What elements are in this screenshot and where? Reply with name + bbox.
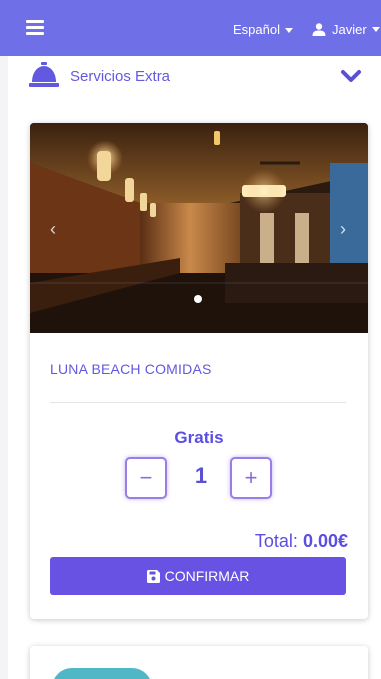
increment-button[interactable]: + <box>230 457 272 499</box>
confirm-label: CONFIRMAR <box>164 568 250 584</box>
quantity-value: 1 <box>194 463 208 488</box>
top-navbar: Español Javier <box>0 0 381 56</box>
save-icon <box>146 569 160 583</box>
carousel-prev-icon[interactable]: ‹ <box>50 219 56 240</box>
service-card: ‹ › LUNA BEACH COMIDAS Gratis − 1 + Tota… <box>30 123 368 619</box>
carousel-next-icon[interactable]: › <box>340 219 346 240</box>
user-name: Javier <box>332 22 367 37</box>
chevron-down-icon[interactable] <box>340 68 362 84</box>
decrement-button[interactable]: − <box>125 457 167 499</box>
product-name: LUNA BEACH COMIDAS <box>50 361 212 377</box>
user-icon <box>312 23 326 36</box>
hamburger-menu-icon[interactable] <box>26 20 44 36</box>
section-title: Servicios Extra <box>70 68 171 85</box>
user-dropdown[interactable]: Javier <box>312 22 380 37</box>
price-label: Gratis <box>174 428 224 447</box>
language-label: Español <box>233 22 280 37</box>
page-content: Servicios Extra ‹ › LUNA BEACH COMIDAS G… <box>8 56 381 679</box>
next-service-card <box>30 646 368 679</box>
total-price: Total: 0.00€ <box>255 531 348 552</box>
confirm-button[interactable]: CONFIRMAR <box>50 557 346 595</box>
total-label: Total: <box>254 531 298 551</box>
caret-down-icon <box>284 28 293 34</box>
image-carousel[interactable]: ‹ › <box>30 123 368 333</box>
language-dropdown[interactable]: Español <box>233 22 293 37</box>
caret-down-icon <box>371 27 380 32</box>
extra-services-header[interactable]: Servicios Extra <box>26 56 376 100</box>
next-service-image <box>52 668 152 679</box>
concierge-bell-icon <box>29 62 59 87</box>
carousel-indicator[interactable] <box>194 295 202 303</box>
total-value: 0.00€ <box>302 531 348 551</box>
divider <box>50 402 346 403</box>
